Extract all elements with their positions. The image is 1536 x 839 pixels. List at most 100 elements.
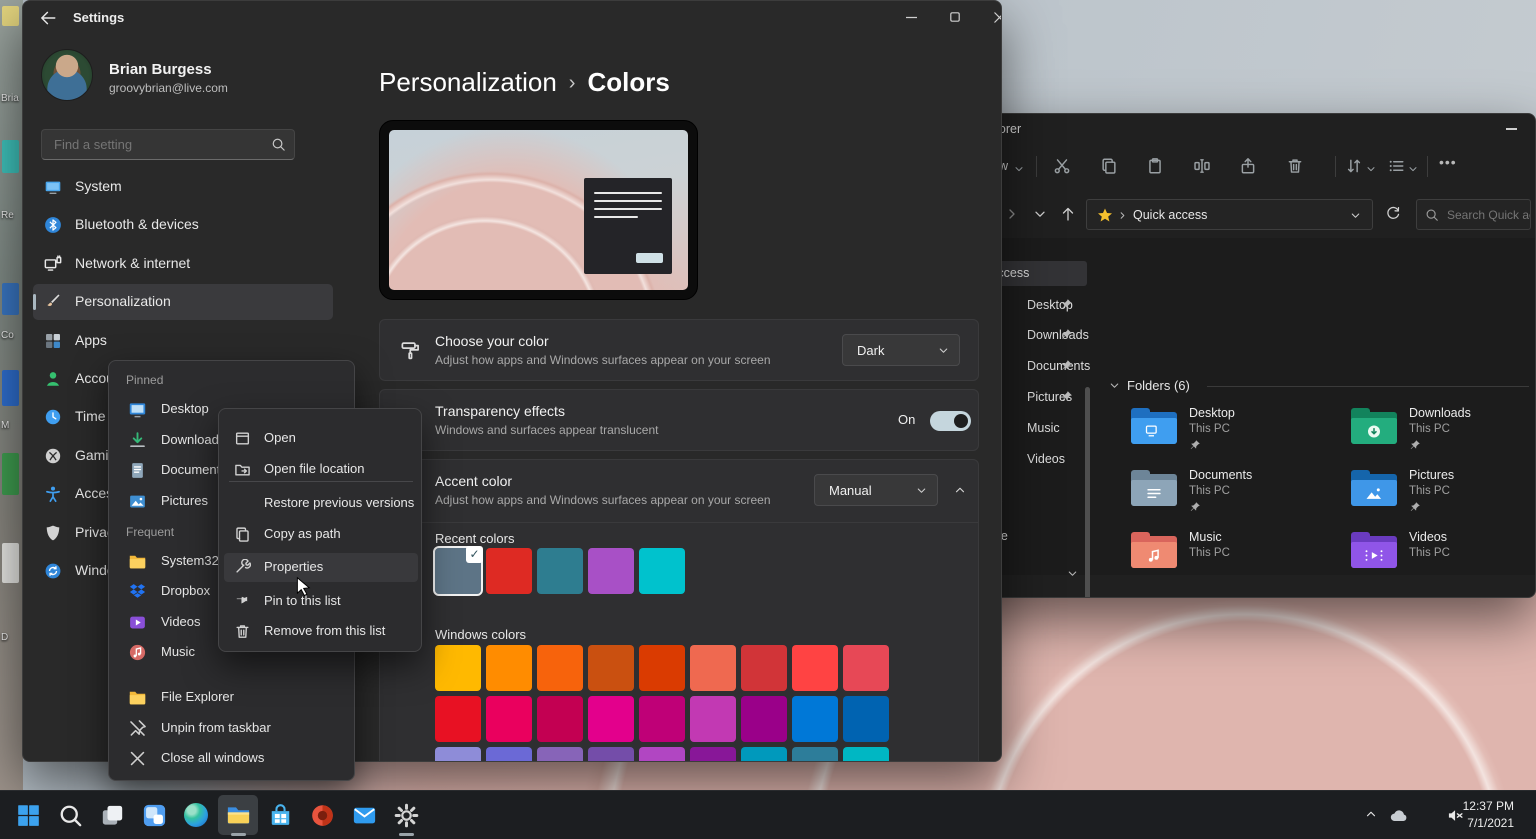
jump-list-item-unpin-from-taskbar[interactable]: Unpin from taskbar <box>115 714 350 743</box>
folder-tile-downloads[interactable]: DownloadsThis PC <box>1351 400 1536 456</box>
windows-color-swatch[interactable] <box>690 747 736 762</box>
windows-color-swatch[interactable] <box>690 696 736 742</box>
folder-tile-desktop[interactable]: DesktopThis PC <box>1131 400 1346 456</box>
windows-color-swatch[interactable] <box>486 645 532 691</box>
desktop-icon-fragment[interactable] <box>2 453 19 495</box>
menu-item-properties[interactable]: Properties <box>224 553 418 582</box>
windows-color-swatch[interactable] <box>486 747 532 762</box>
windows-color-swatch[interactable] <box>792 645 838 691</box>
close-button[interactable] <box>977 1 1002 33</box>
rename-icon[interactable] <box>1193 157 1211 175</box>
trash-icon[interactable] <box>1286 157 1304 175</box>
network-icon[interactable] <box>1420 807 1438 825</box>
minimize-button[interactable] <box>1506 128 1517 130</box>
folders-section-header[interactable]: Folders (6) <box>1127 378 1190 393</box>
up-icon[interactable] <box>1060 206 1076 222</box>
taskbar-widgets-button[interactable] <box>134 795 174 835</box>
forward-icon[interactable] <box>1004 206 1020 222</box>
maximize-button[interactable] <box>933 1 977 33</box>
windows-color-swatch[interactable] <box>435 747 481 762</box>
windows-color-swatch[interactable] <box>741 645 787 691</box>
history-chevron-icon[interactable] <box>1032 206 1048 222</box>
transparency-toggle[interactable] <box>930 411 971 431</box>
color-mode-dropdown[interactable]: Dark <box>842 334 960 366</box>
cut-icon[interactable] <box>1053 157 1071 175</box>
windows-color-swatch[interactable] <box>792 696 838 742</box>
back-button[interactable] <box>39 9 57 27</box>
volume-muted-icon[interactable] <box>1447 807 1464 824</box>
explorer-search-input[interactable] <box>1445 200 1531 229</box>
share-icon[interactable] <box>1239 157 1257 175</box>
recent-color-swatch[interactable] <box>486 548 532 594</box>
breadcrumb-parent[interactable]: Personalization <box>379 67 557 97</box>
sidebar-item-apps[interactable]: Apps <box>33 323 333 359</box>
section-chevron-icon[interactable] <box>1108 379 1121 392</box>
windows-color-swatch[interactable] <box>690 645 736 691</box>
folder-tile-pictures[interactable]: PicturesThis PC <box>1351 462 1536 518</box>
taskbar-mail-button[interactable] <box>344 795 384 835</box>
windows-color-swatch[interactable] <box>537 696 583 742</box>
windows-color-swatch[interactable] <box>537 747 583 762</box>
taskbar-settings-button[interactable] <box>386 795 426 835</box>
windows-color-swatch[interactable] <box>486 696 532 742</box>
sort-icon[interactable] <box>1345 157 1363 175</box>
refresh-icon[interactable] <box>1385 206 1401 222</box>
windows-color-swatch[interactable] <box>792 747 838 762</box>
windows-color-swatch[interactable] <box>588 645 634 691</box>
folder-tile-videos[interactable]: VideosThis PC <box>1351 524 1536 580</box>
desktop-icon-fragment[interactable] <box>2 370 19 406</box>
menu-item-copy-as-path[interactable]: Copy as path <box>224 520 418 549</box>
taskbar-clock[interactable]: 12:37 PM 7/1/2021 <box>1463 798 1514 832</box>
menu-item-open[interactable]: Open <box>224 424 418 453</box>
recent-color-swatch[interactable] <box>588 548 634 594</box>
recent-color-swatch[interactable]: ✓ <box>435 548 481 594</box>
jump-list-item-close-all-windows[interactable]: Close all windows <box>115 744 350 773</box>
taskbar-store-button[interactable] <box>260 795 300 835</box>
hidden-icons-chevron-icon[interactable] <box>1364 807 1378 821</box>
windows-color-swatch[interactable] <box>639 747 685 762</box>
windows-color-swatch[interactable] <box>537 645 583 691</box>
minimize-button[interactable] <box>889 1 933 33</box>
windows-color-swatch[interactable] <box>588 747 634 762</box>
windows-color-swatch[interactable] <box>639 696 685 742</box>
jump-list-item-file-explorer[interactable]: File Explorer <box>115 683 350 712</box>
explorer-search-box[interactable] <box>1416 199 1531 230</box>
windows-color-swatch[interactable] <box>741 747 787 762</box>
desktop-icon-fragment[interactable] <box>2 543 19 583</box>
windows-color-swatch[interactable] <box>435 645 481 691</box>
copy-icon[interactable] <box>1100 157 1118 175</box>
windows-color-swatch[interactable] <box>741 696 787 742</box>
nav-scrollbar[interactable] <box>1085 385 1090 598</box>
menu-item-pin-to-this-list[interactable]: Pin to this list <box>224 587 418 616</box>
sidebar-item-system[interactable]: System <box>33 169 333 205</box>
folder-tile-music[interactable]: MusicThis PC <box>1131 524 1346 580</box>
sidebar-item-network-internet[interactable]: Network & internet <box>33 246 333 282</box>
sidebar-item-bluetooth-devices[interactable]: Bluetooth & devices <box>33 207 333 243</box>
taskbar-task-view-button[interactable] <box>92 795 132 835</box>
view-icon[interactable] <box>1387 157 1405 175</box>
windows-color-swatch[interactable] <box>639 645 685 691</box>
menu-item-restore-previous-versions[interactable]: Restore previous versions <box>224 489 418 518</box>
more-options-button[interactable]: ••• <box>1439 154 1457 170</box>
paste-icon[interactable] <box>1146 157 1164 175</box>
taskbar-edge-button[interactable] <box>176 795 216 835</box>
settings-search-box[interactable] <box>41 129 295 160</box>
windows-color-swatch[interactable] <box>588 696 634 742</box>
breadcrumb-location[interactable]: Quick access <box>1133 208 1207 222</box>
address-dropdown-icon[interactable] <box>1349 209 1362 222</box>
desktop-icon-fragment[interactable] <box>2 6 19 26</box>
settings-search-input[interactable] <box>52 130 262 159</box>
menu-item-remove-from-this-list[interactable]: Remove from this list <box>224 617 418 646</box>
sidebar-item-personalization[interactable]: Personalization <box>33 284 333 320</box>
recent-color-swatch[interactable] <box>537 548 583 594</box>
address-breadcrumb[interactable]: Quick access <box>1086 199 1373 230</box>
onedrive-cloud-icon[interactable] <box>1389 806 1408 825</box>
accent-mode-dropdown[interactable]: Manual <box>814 474 938 506</box>
windows-color-swatch[interactable] <box>435 696 481 742</box>
windows-color-swatch[interactable] <box>843 747 889 762</box>
windows-color-swatch[interactable] <box>843 696 889 742</box>
taskbar-file-explorer-button[interactable] <box>218 795 258 835</box>
windows-color-swatch[interactable] <box>843 645 889 691</box>
taskbar-search-button[interactable] <box>50 795 90 835</box>
menu-item-open-file-location[interactable]: Open file location <box>224 455 418 484</box>
